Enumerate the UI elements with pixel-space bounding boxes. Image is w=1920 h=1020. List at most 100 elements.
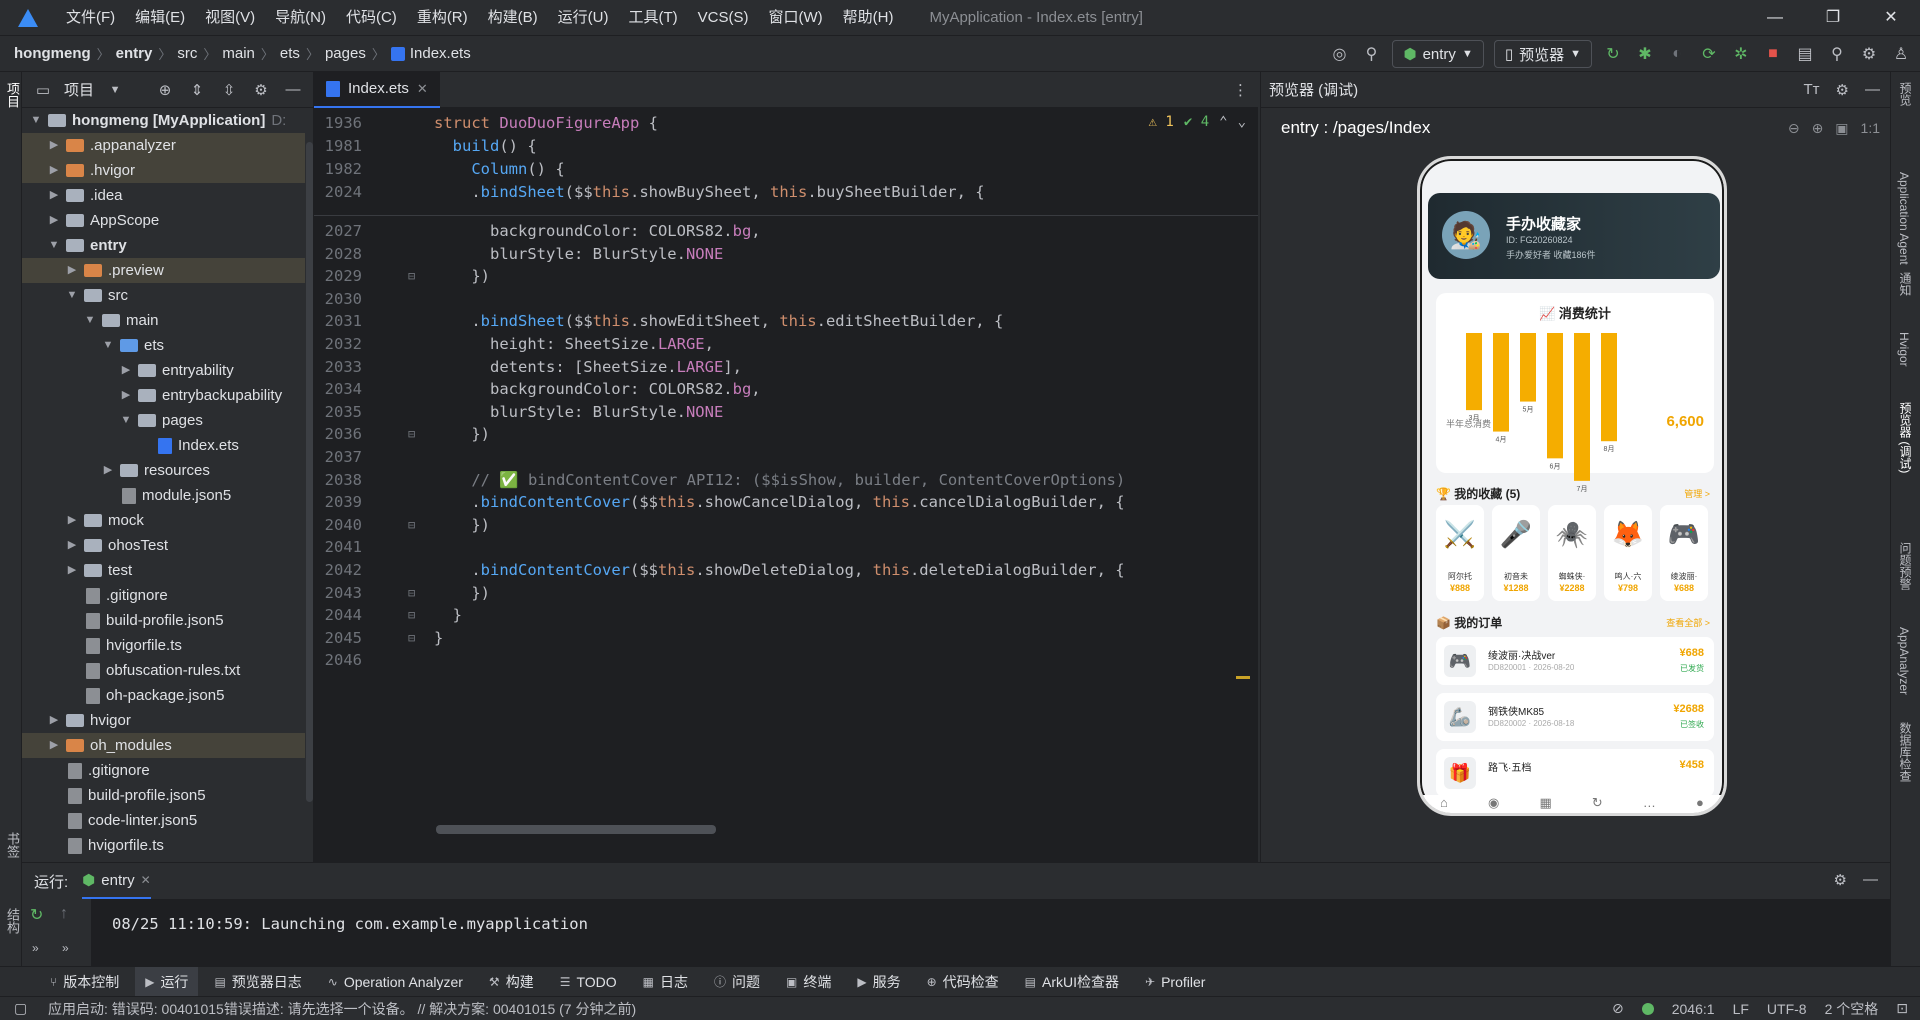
rerun-icon[interactable]: ↻ (1602, 43, 1624, 65)
no-power-save-icon[interactable]: ⊘ (1612, 1000, 1624, 1017)
actual-size-icon[interactable]: 1:1 (1861, 120, 1880, 137)
chevron-down-icon[interactable]: ▼ (82, 308, 98, 333)
menu-item[interactable]: 窗口(W) (758, 0, 832, 36)
chevron-right-icon[interactable]: ▶ (64, 508, 80, 533)
breadcrumb-item[interactable]: Index.ets (410, 45, 471, 62)
line-separator[interactable]: LF (1733, 1001, 1749, 1017)
debug-icon[interactable]: ✱ (1634, 43, 1656, 65)
code-line[interactable]: 2042 .bindContentCover($$this.showDelete… (314, 559, 1258, 581)
minimize-icon[interactable]: — (1746, 0, 1804, 36)
tree-preview[interactable]: ▶ .preview (22, 258, 305, 283)
tool-tab-hammer[interactable]: ⚒ 构建 (479, 967, 544, 997)
restore-icon[interactable]: ❐ (1804, 0, 1862, 36)
code-line[interactable]: 2046 (314, 649, 1258, 671)
tool-tab-profiler[interactable]: ✈ Profiler (1135, 967, 1215, 997)
tree-ets[interactable]: ▼ ets (22, 333, 305, 358)
target-icon[interactable]: ◎ (1328, 43, 1350, 65)
structure-tool-tab[interactable]: 结构 (3, 908, 22, 934)
close-icon[interactable]: ✕ (1862, 0, 1920, 36)
tool-tab-calendar[interactable]: ▦ 日志 (633, 967, 698, 997)
tree-hvigor[interactable]: ▶ hvigor (22, 708, 305, 733)
breadcrumb-item[interactable]: main (222, 45, 255, 62)
bug-filter-icon[interactable]: ⚲ (1360, 43, 1382, 65)
tree-oh-package[interactable]: oh-package.json5 (22, 683, 305, 708)
appanalyzer-tool-tab[interactable]: AppAnalyzer (1897, 627, 1911, 695)
menu-item[interactable]: 视图(V) (195, 0, 265, 36)
tree-main[interactable]: ▼ main (22, 308, 305, 333)
attach-debugger-icon[interactable]: ◐ (1666, 43, 1688, 65)
orders-view-all-link[interactable]: 查看全部 > (1666, 616, 1710, 629)
settings-gear-icon[interactable]: ⚙ (1858, 43, 1880, 65)
tree-mock[interactable]: ▶ mock (22, 508, 305, 533)
close-tab-icon[interactable]: ✕ (141, 873, 151, 887)
sticky-code-line[interactable]: 1981 build() { (314, 135, 1258, 158)
chevron-down-icon[interactable]: ⌄ (1238, 114, 1246, 130)
breadcrumb-item[interactable]: pages (325, 45, 366, 62)
chevron-down-icon[interactable]: ▼ (118, 408, 134, 433)
status-message[interactable]: 应用启动: 错误码: 00401015错误描述: 请先选择一个设备。 // 解决… (48, 999, 636, 1019)
fold-icon[interactable]: ⊟ (408, 514, 415, 536)
tree-root-gitignore[interactable]: .gitignore (22, 758, 305, 783)
chevron-right-icon[interactable]: ▶ (46, 733, 62, 758)
tree-root-build-profile[interactable]: build-profile.json5 (22, 783, 305, 808)
chevron-down-icon[interactable]: ▼ (100, 333, 116, 358)
breadcrumb-item[interactable]: entry (116, 45, 153, 62)
code-line[interactable]: 2039 .bindContentCover($$this.showCancel… (314, 491, 1258, 513)
menu-item[interactable]: 编辑(E) (125, 0, 195, 36)
inspection-widget[interactable]: ⚠ 1 ✔ 4 ⌃ ⌄ (1149, 114, 1247, 130)
run-tab-entry[interactable]: ⬢ entry ✕ (82, 863, 151, 899)
apply-changes-icon[interactable]: ⟳ (1698, 43, 1720, 65)
collection-card[interactable]: 🕷️ 蜘蛛侠· ¥2288 (1548, 505, 1596, 601)
tree-test[interactable]: ▶ test (22, 558, 305, 583)
tree-index-ets[interactable]: Index.ets (22, 433, 305, 458)
code-line[interactable]: 2041 (314, 536, 1258, 558)
code-line[interactable]: 2043 }) ⊟ (314, 582, 1258, 604)
tree-pages[interactable]: ▼ pages (22, 408, 305, 433)
file-encoding[interactable]: UTF-8 (1767, 1001, 1807, 1017)
scroll-up-icon[interactable]: ↑ (60, 905, 68, 923)
chevron-down-icon[interactable]: ▼ (46, 233, 62, 258)
code-line[interactable]: 2038 // ✅ bindContentCover API12: ($$isS… (314, 469, 1258, 491)
locate-icon[interactable]: ⊕ (154, 81, 176, 99)
font-size-icon[interactable]: Tт (1804, 81, 1820, 99)
tab-refresh-icon[interactable]: ↻ (1592, 795, 1603, 813)
chevron-right-icon[interactable]: ▶ (118, 358, 134, 383)
stop-icon[interactable]: ■ (1762, 43, 1784, 65)
tree-entry-gitignore[interactable]: .gitignore (22, 583, 305, 608)
breadcrumb-item[interactable]: ets (280, 45, 300, 62)
notifications-tool-tab[interactable]: 通知 (1897, 272, 1914, 296)
project-tree-scrollbar[interactable] (306, 142, 313, 802)
fold-icon[interactable]: ⊟ (408, 627, 415, 649)
chevron-right-icon[interactable]: ▶ (46, 158, 62, 183)
tree-oh-modules[interactable]: ▶ oh_modules (22, 733, 305, 758)
indent-setting[interactable]: 2 个空格 (1825, 999, 1879, 1019)
tree-module-json5[interactable]: module.json5 (22, 483, 305, 508)
collection-manage-link[interactable]: 管理 > (1684, 487, 1710, 500)
database-inspector-tool-tab[interactable]: 数据库检查 (1897, 722, 1914, 782)
close-tab-icon[interactable]: ✕ (417, 81, 428, 97)
options-gear-icon[interactable]: ⚙ (250, 81, 272, 99)
chevron-right-icon[interactable]: ▶ (64, 258, 80, 283)
order-item[interactable]: 🎁 路飞·五档 ¥458 (1436, 749, 1714, 797)
project-tool-tab[interactable]: 项目 (3, 82, 22, 108)
tool-tab-chart[interactable]: ∿ Operation Analyzer (318, 967, 473, 997)
tree-root[interactable]: ▼ hongmeng [MyApplication] D: (22, 108, 305, 133)
breadcrumb-item[interactable]: src (177, 45, 197, 62)
menu-item[interactable]: 工具(T) (618, 0, 687, 36)
panel-toggle-icon[interactable]: ▢ (14, 1000, 27, 1017)
zoom-out-icon[interactable]: ⊖ (1788, 120, 1800, 137)
code-line[interactable]: 2030 (314, 288, 1258, 310)
chevron-right-icon[interactable]: ▶ (100, 458, 116, 483)
code-line[interactable]: 2029 }) ⊟ (314, 265, 1258, 287)
code-line[interactable]: 2027 backgroundColor: COLORS82.bg, (314, 220, 1258, 242)
tree-resources[interactable]: ▶ resources (22, 458, 305, 483)
chevron-right-icon[interactable]: ▶ (46, 708, 62, 733)
tab-shop-icon[interactable]: ▦ (1539, 795, 1551, 813)
breadcrumb-item[interactable]: hongmeng (14, 45, 91, 62)
hide-panel-icon[interactable]: — (1865, 81, 1880, 99)
settings-gear-icon[interactable]: ⚙ (1836, 81, 1849, 99)
bookmarks-tool-tab[interactable]: 书签 (3, 832, 22, 858)
tree-src[interactable]: ▼ src (22, 283, 305, 308)
tool-tab-run[interactable]: ▶ 运行 (135, 966, 199, 997)
tool-tab-list[interactable]: ☰ TODO (550, 967, 627, 997)
